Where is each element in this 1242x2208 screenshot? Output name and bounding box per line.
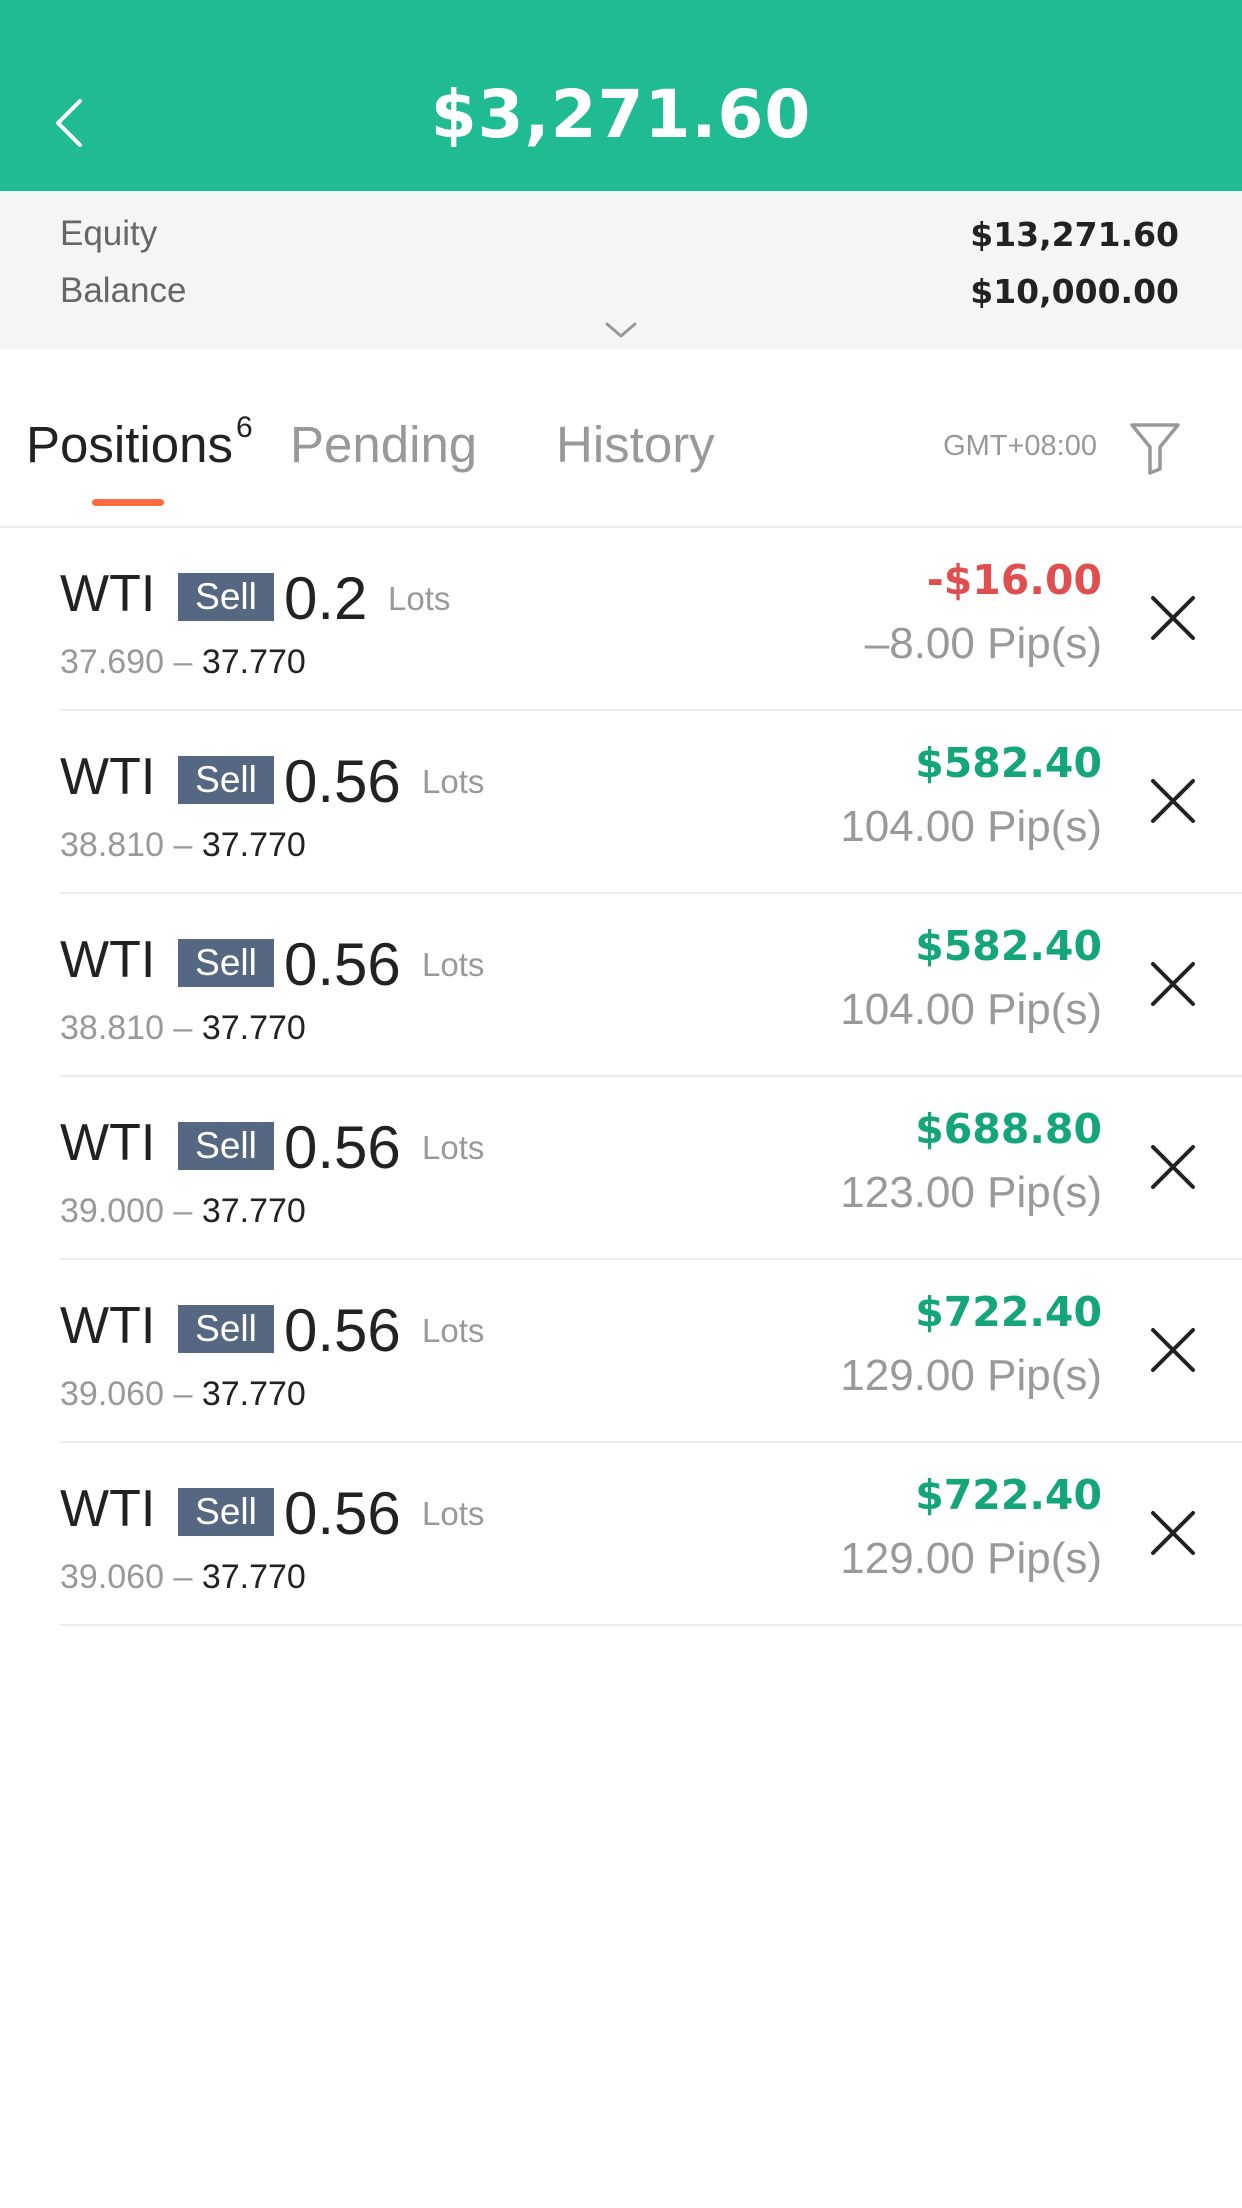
profit-loss: $688.80 bbox=[915, 1105, 1102, 1153]
current-price: 37.770 bbox=[201, 1375, 306, 1413]
lot-size: 0.2 bbox=[284, 565, 368, 632]
profit-loss: $582.40 bbox=[915, 922, 1102, 970]
balance-label: Balance bbox=[60, 271, 187, 310]
side-badge: Sell bbox=[178, 1488, 274, 1536]
side-badge: Sell bbox=[178, 939, 274, 987]
price-range: 38.810 – 37.770 bbox=[60, 1009, 306, 1048]
price-separator: – bbox=[173, 1009, 193, 1047]
positions-count-badge: 6 bbox=[236, 411, 253, 444]
open-price: 38.810 bbox=[60, 1009, 164, 1047]
pips-value: 104.00 Pip(s) bbox=[840, 985, 1102, 1034]
lots-unit-label: Lots bbox=[422, 1129, 485, 1166]
close-position-icon[interactable] bbox=[1147, 1507, 1199, 1559]
price-separator: – bbox=[173, 826, 193, 864]
open-price: 38.810 bbox=[60, 826, 164, 864]
profit-loss: $722.40 bbox=[915, 1471, 1102, 1519]
current-price: 37.770 bbox=[201, 1009, 306, 1047]
price-separator: – bbox=[173, 1192, 193, 1230]
position-row[interactable]: WTI Sell 0.56 Lots 39.060 – 37.770 $722.40 129… bbox=[60, 1260, 1242, 1443]
close-position-icon[interactable] bbox=[1147, 1324, 1199, 1376]
open-price: 39.060 bbox=[60, 1375, 164, 1413]
price-range: 39.000 – 37.770 bbox=[60, 1192, 306, 1231]
equity-value: $13,271.60 bbox=[970, 215, 1179, 254]
position-row[interactable]: WTI Sell 0.56 Lots 38.810 – 37.770 $582.40 104… bbox=[60, 894, 1242, 1077]
open-price: 39.000 bbox=[60, 1192, 164, 1230]
filter-icon[interactable] bbox=[1128, 419, 1182, 477]
price-range: 37.690 – 37.770 bbox=[60, 643, 306, 682]
profit-loss: -$16.00 bbox=[926, 556, 1102, 604]
profit-loss: $722.40 bbox=[915, 1288, 1102, 1336]
lots-unit-label: Lots bbox=[422, 763, 485, 800]
header-bar: $3,271.60 bbox=[0, 0, 1242, 191]
symbol-label: WTI bbox=[60, 565, 156, 623]
position-row[interactable]: WTI Sell 0.2 Lots 37.690 – 37.770 -$16.00 –8.0… bbox=[60, 528, 1242, 711]
price-separator: – bbox=[173, 1375, 193, 1413]
equity-label: Equity bbox=[60, 214, 158, 253]
side-badge: Sell bbox=[178, 573, 274, 621]
profit-loss: $582.40 bbox=[915, 739, 1102, 787]
pips-value: –8.00 Pip(s) bbox=[864, 619, 1102, 668]
price-range: 39.060 – 37.770 bbox=[60, 1375, 306, 1414]
side-badge: Sell bbox=[178, 1305, 274, 1353]
close-position-icon[interactable] bbox=[1147, 958, 1199, 1010]
lot-size: 0.56 bbox=[284, 1114, 401, 1181]
position-row[interactable]: WTI Sell 0.56 Lots 39.060 – 37.770 $722.40 129… bbox=[60, 1443, 1242, 1626]
current-price: 37.770 bbox=[201, 643, 306, 681]
lot-size: 0.56 bbox=[284, 1297, 401, 1364]
pips-value: 123.00 Pip(s) bbox=[840, 1168, 1102, 1217]
position-row[interactable]: WTI Sell 0.56 Lots 39.000 – 37.770 $688.80 123… bbox=[60, 1077, 1242, 1260]
lot-size: 0.56 bbox=[284, 748, 401, 815]
chevron-down-icon[interactable] bbox=[604, 321, 638, 339]
position-row[interactable]: WTI Sell 0.56 Lots 38.810 – 37.770 $582.40 104… bbox=[60, 711, 1242, 894]
tab-bar: Positions 6 Pending History GMT+08:00 bbox=[0, 349, 1242, 528]
tab-positions[interactable]: Positions bbox=[26, 415, 233, 474]
current-price: 37.770 bbox=[201, 1558, 306, 1596]
price-range: 38.810 – 37.770 bbox=[60, 826, 306, 865]
account-summary: Equity $13,271.60 Balance $10,000.00 bbox=[0, 191, 1242, 349]
price-separator: – bbox=[173, 643, 193, 681]
side-badge: Sell bbox=[178, 1122, 274, 1170]
price-range: 39.060 – 37.770 bbox=[60, 1558, 306, 1597]
open-price: 37.690 bbox=[60, 643, 164, 681]
close-position-icon[interactable] bbox=[1147, 592, 1199, 644]
lots-unit-label: Lots bbox=[422, 946, 485, 983]
pips-value: 129.00 Pip(s) bbox=[840, 1534, 1102, 1583]
lots-unit-label: Lots bbox=[422, 1312, 485, 1349]
balance-value: $10,000.00 bbox=[970, 272, 1179, 311]
timezone-label: GMT+08:00 bbox=[943, 430, 1097, 462]
symbol-label: WTI bbox=[60, 1480, 156, 1538]
positions-list: WTI Sell 0.2 Lots 37.690 – 37.770 -$16.00 –8.0… bbox=[0, 528, 1242, 1626]
close-position-icon[interactable] bbox=[1147, 775, 1199, 827]
price-separator: – bbox=[173, 1558, 193, 1596]
pips-value: 104.00 Pip(s) bbox=[840, 802, 1102, 851]
floating-pnl-title: $3,271.60 bbox=[430, 76, 812, 153]
open-price: 39.060 bbox=[60, 1558, 164, 1596]
symbol-label: WTI bbox=[60, 1297, 156, 1355]
tab-positions-label: Positions bbox=[26, 416, 233, 473]
tab-pending[interactable]: Pending bbox=[290, 415, 477, 474]
pips-value: 129.00 Pip(s) bbox=[840, 1351, 1102, 1400]
tab-history[interactable]: History bbox=[556, 415, 715, 474]
current-price: 37.770 bbox=[201, 1192, 306, 1230]
symbol-label: WTI bbox=[60, 748, 156, 806]
lots-unit-label: Lots bbox=[388, 580, 451, 617]
symbol-label: WTI bbox=[60, 931, 156, 989]
lot-size: 0.56 bbox=[284, 1480, 401, 1547]
lots-unit-label: Lots bbox=[422, 1495, 485, 1532]
close-position-icon[interactable] bbox=[1147, 1141, 1199, 1193]
lot-size: 0.56 bbox=[284, 931, 401, 998]
app-screen: $3,271.60 Equity $13,271.60 Balance $10,… bbox=[0, 0, 1242, 2208]
side-badge: Sell bbox=[178, 756, 274, 804]
current-price: 37.770 bbox=[201, 826, 306, 864]
symbol-label: WTI bbox=[60, 1114, 156, 1172]
active-tab-indicator bbox=[92, 499, 164, 506]
